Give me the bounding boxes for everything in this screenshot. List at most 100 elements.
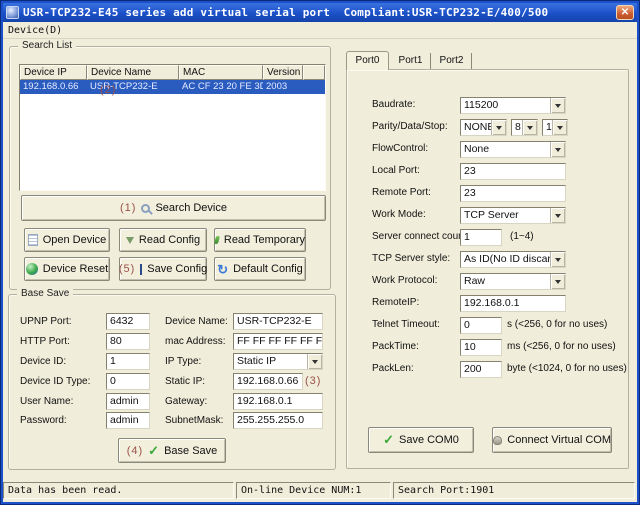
http-port-field[interactable]: 80 [106,333,150,350]
server-connect-count-label: Server connect count: [372,231,469,242]
status-online-devices: On-line Device NUM:1 [236,482,391,499]
tab-port1[interactable]: Port1 [391,53,431,69]
chevron-down-icon[interactable] [522,120,537,135]
device-reset-button[interactable]: Device Reset [24,257,110,281]
ip-type-label: IP Type: [165,356,201,367]
password-field[interactable]: admin [106,412,150,429]
device-name-label: Device Name: [165,316,228,327]
databits-value: 8 [512,120,522,135]
telnet-timeout-label: Telnet Timeout: [372,319,440,330]
chevron-down-icon[interactable] [550,142,565,157]
base-save-label: Base Save [164,445,217,457]
databits-combo[interactable]: 8 [511,119,538,136]
tab-port2[interactable]: Port2 [432,53,472,69]
stopbits-combo[interactable]: 1 [542,119,568,136]
device-table-header: Device IP Device Name MAC Version [20,65,325,80]
annotation-2: (2) [100,84,116,96]
menu-bar: Device(D) [3,22,637,39]
mac-address-label: mac Address: [165,336,226,347]
search-device-button[interactable]: (1) Search Device [21,195,326,221]
tcp-server-style-combo[interactable]: As ID(No ID discard) [460,251,566,268]
save-config-button[interactable]: (5) Save Config [119,257,207,281]
device-table[interactable]: Device IP Device Name MAC Version 192.16… [19,64,326,191]
connect-virtual-com-label: Connect Virtual COM [507,434,611,446]
chevron-down-icon[interactable] [552,120,567,135]
read-config-label: Read Config [139,234,200,246]
col-device-name[interactable]: Device Name [87,65,179,80]
work-mode-label: Work Mode: [372,209,426,220]
search-icon [141,204,150,213]
parity-value: NONE [461,120,491,135]
parity-combo[interactable]: NONE [460,119,507,136]
pack-len-field[interactable]: 200 [460,361,502,378]
download-arrow-icon [126,237,134,244]
device-reset-label: Device Reset [43,263,108,275]
app-window: USR-TCP232-E45 series add virtual serial… [0,0,640,505]
pack-time-hint: ms (<256, 0 for no uses) [507,341,616,352]
gateway-field[interactable]: 192.168.0.1 [233,393,323,410]
gateway-label: Gateway: [165,396,207,407]
telnet-timeout-field[interactable]: 0 [460,317,502,334]
remote-port-field[interactable]: 23 [460,185,566,202]
upnp-port-label: UPNP Port: [20,316,72,327]
chevron-down-icon[interactable] [307,354,322,369]
remote-ip-label: RemoteIP: [372,297,419,308]
work-mode-combo[interactable]: TCP Server [460,207,566,224]
remote-ip-field[interactable]: 192.168.0.1 [460,295,566,312]
ip-type-combo[interactable]: Static IP [233,353,323,370]
server-connect-count-field[interactable]: 1 [460,229,502,246]
read-temporary-button[interactable]: Read Temporary [214,228,306,252]
chevron-down-icon[interactable] [491,120,506,135]
chevron-down-icon[interactable] [550,208,565,223]
work-protocol-label: Work Protocol: [372,275,437,286]
open-device-button[interactable]: Open Device [24,228,110,252]
static-ip-field[interactable]: 192.168.0.66 [233,373,303,390]
pack-time-field[interactable]: 10 [460,339,502,356]
password-label: Password: [20,415,67,426]
user-name-field[interactable]: admin [106,393,150,410]
work-protocol-combo[interactable]: Raw [460,273,566,290]
mac-address-field[interactable]: FF FF FF FF FF FF [233,333,323,350]
flow-control-label: FlowControl: [372,143,428,154]
menu-item-device[interactable]: Device(D) [8,25,62,36]
upnp-port-field[interactable]: 6432 [106,313,150,330]
default-config-button[interactable]: ↻ Default Config [214,257,306,281]
title-bar[interactable]: USR-TCP232-E45 series add virtual serial… [3,3,637,22]
flow-control-combo[interactable]: None [460,141,566,158]
static-ip-label: Static IP: [165,376,205,387]
green-tag-icon [214,236,220,244]
col-mac[interactable]: MAC [179,65,263,80]
baudrate-value: 115200 [461,98,550,113]
chevron-down-icon[interactable] [550,274,565,289]
base-save-button[interactable]: (4) ✓ Base Save [118,438,226,463]
subnet-mask-field[interactable]: 255.255.255.0 [233,412,323,429]
annotation-5: (5) [119,263,135,275]
ip-type-value: Static IP [234,354,307,369]
device-id-field[interactable]: 1 [106,353,150,370]
read-config-button[interactable]: Read Config [119,228,207,252]
read-temporary-label: Read Temporary [224,234,305,246]
remote-port-label: Remote Port: [372,187,431,198]
tab-port0[interactable]: Port0 [346,51,389,70]
local-port-field[interactable]: 23 [460,163,566,180]
chevron-down-icon[interactable] [550,98,565,113]
col-version[interactable]: Version [263,65,303,80]
connect-virtual-com-button[interactable]: Connect Virtual COM [492,427,612,453]
chevron-down-icon[interactable] [550,252,565,267]
cell-version: 2003 [263,80,303,94]
table-row[interactable]: 192.168.0.66 USR-TCP232-E AC CF 23 20 FE… [20,80,325,94]
open-device-label: Open Device [43,234,107,246]
pack-time-label: PackTime: [372,341,419,352]
flow-control-value: None [461,142,550,157]
globe-icon [26,263,38,275]
baudrate-combo[interactable]: 115200 [460,97,566,114]
col-device-ip[interactable]: Device IP [20,65,87,80]
device-id-type-field[interactable]: 0 [106,373,150,390]
search-device-label: Search Device [155,202,227,214]
parity-data-stop-label: Parity/Data/Stop: [372,121,448,132]
document-icon [28,234,38,246]
annotation-4: (4) [127,445,143,457]
device-name-field[interactable]: USR-TCP232-E [233,313,323,330]
close-icon[interactable]: ✕ [616,5,634,20]
save-com0-button[interactable]: ✓ Save COM0 [368,427,474,453]
